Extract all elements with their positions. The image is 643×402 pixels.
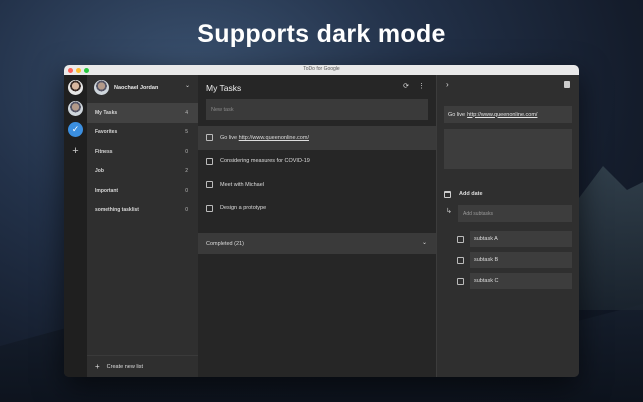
subtask-title[interactable]: subtask C [470, 273, 572, 289]
sidebar-item-label: Important [95, 187, 119, 194]
subtask-item[interactable]: subtask B [457, 252, 572, 268]
sidebar-item-count: 0 [185, 187, 188, 194]
sidebar-item-label: Fitness [95, 148, 113, 155]
subtask-checkbox[interactable] [457, 277, 464, 285]
subtask-title[interactable]: subtask B [470, 252, 572, 268]
page-title: My Tasks [206, 82, 242, 93]
task-checkbox[interactable] [206, 134, 213, 142]
task-title: Go live [220, 134, 238, 141]
subtask-checkbox[interactable] [457, 235, 464, 243]
sidebar-item-something-tasklist[interactable]: something tasklist 0 [87, 201, 198, 221]
sidebar-item-count: 5 [185, 129, 188, 136]
task-checkbox[interactable] [206, 181, 213, 189]
calendar-icon [444, 190, 451, 198]
task-item[interactable]: Meet with Michael [198, 173, 436, 197]
task-link[interactable]: http://www.queenonline.com/ [239, 135, 309, 141]
task-title: Meet with Michael [220, 181, 265, 188]
add-date-label: Add date [459, 191, 483, 197]
sidebar-item-count: 2 [185, 168, 188, 175]
task-checkbox[interactable] [206, 157, 213, 165]
task-title: Design a prototype [220, 205, 267, 212]
sidebar-item-label: something tasklist [95, 207, 139, 214]
task-item[interactable]: Go live http://www.queenonline.com/ [198, 126, 436, 150]
more-menu-icon[interactable]: ⋮ [418, 82, 425, 90]
account-avatar-1[interactable] [68, 80, 83, 95]
sidebar-item-count: 0 [185, 207, 188, 214]
sidebar-item-label: My Tasks [95, 109, 118, 116]
sidebar-item-count: 4 [185, 109, 188, 116]
sidebar-item-job[interactable]: Job 2 [87, 162, 198, 182]
task-title-text: Go live [448, 111, 466, 118]
window-title: ToDo for Google [303, 66, 340, 72]
list-sidebar: Naochael Jordan ⌄ My Tasks 4 Favorites 5… [87, 75, 198, 377]
subtask-arrow-icon: ↳ [446, 208, 452, 215]
task-title: Considering measures for COVID-19 [220, 158, 310, 165]
sidebar-item-count: 0 [185, 148, 188, 155]
account-avatar-2[interactable] [68, 101, 83, 116]
task-pane-header: My Tasks ⟳ ⋮ [198, 75, 436, 100]
completed-section-toggle[interactable]: Completed (21) ⌄ [198, 233, 436, 254]
subtask-item[interactable]: subtask A [457, 231, 572, 247]
profile-name: Naochael Jordan [114, 84, 159, 91]
check-icon[interactable]: ✓ [68, 122, 83, 137]
sidebar-item-label: Favorites [95, 129, 118, 136]
task-title-link[interactable]: http://www.queenonline.com/ [467, 112, 537, 118]
sidebar-item-label: Job [95, 168, 104, 175]
app-window: ToDo for Google ✓ + Naochael Jordan ⌄ My… [64, 65, 579, 377]
chevron-down-icon[interactable]: ⌄ [185, 82, 190, 89]
task-list: Go live http://www.queenonline.com/ Cons… [198, 126, 436, 220]
title-bar: ToDo for Google [64, 65, 579, 75]
details-header: › [437, 75, 579, 97]
task-item[interactable]: Design a prototype [198, 197, 436, 221]
subtask-title[interactable]: subtask A [470, 231, 572, 247]
sidebar-item-important[interactable]: Important 0 [87, 181, 198, 201]
app-content: ✓ + Naochael Jordan ⌄ My Tasks 4 Favorit… [64, 75, 579, 377]
plus-icon: + [95, 362, 100, 371]
add-subtask-input[interactable]: Add subtasks [458, 205, 572, 222]
add-date-button[interactable]: Add date [444, 189, 572, 199]
completed-label: Completed (21) [206, 240, 244, 247]
create-new-list-label: Create new list [106, 363, 144, 370]
task-checkbox[interactable] [206, 204, 213, 212]
add-account-icon[interactable]: + [64, 145, 87, 157]
task-item[interactable]: Considering measures for COVID-19 [198, 150, 436, 174]
create-new-list-button[interactable]: + Create new list [87, 355, 198, 377]
sidebar-item-fitness[interactable]: Fitness 0 [87, 142, 198, 162]
headline: Supports dark mode [197, 20, 446, 48]
trash-icon[interactable] [564, 81, 570, 88]
refresh-icon[interactable]: ⟳ [403, 82, 409, 90]
chevron-down-icon: ⌄ [421, 240, 427, 246]
task-title-field[interactable]: Go live http://www.queenonline.com/ [444, 106, 572, 123]
subtask-item[interactable]: subtask C [457, 273, 572, 289]
task-lists: My Tasks 4 Favorites 5 Fitness 0 Job 2 I… [87, 103, 198, 220]
close-details-icon[interactable]: › [446, 80, 449, 89]
subtask-checkbox[interactable] [457, 256, 464, 264]
avatar [94, 80, 109, 95]
new-task-input[interactable]: New task [206, 99, 428, 120]
account-rail: ✓ + [64, 75, 87, 377]
sidebar-item-my-tasks[interactable]: My Tasks 4 [87, 103, 198, 123]
task-pane: My Tasks ⟳ ⋮ New task Go live http://www… [198, 75, 436, 377]
task-notes-field[interactable] [444, 129, 572, 169]
profile-switcher[interactable]: Naochael Jordan ⌄ [87, 75, 198, 100]
task-details-pane: › Go live http://www.queenonline.com/ Ad… [436, 75, 579, 377]
sidebar-item-favorites[interactable]: Favorites 5 [87, 123, 198, 143]
